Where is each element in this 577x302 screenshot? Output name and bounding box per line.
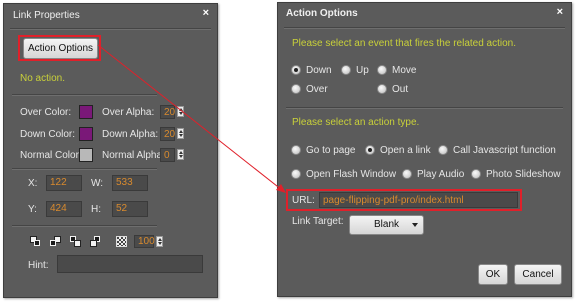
hint-label: Hint:	[28, 260, 49, 271]
status-text: No action.	[20, 73, 66, 84]
divider	[12, 168, 157, 170]
link-target-label: Link Target:	[292, 216, 344, 227]
action-options-panel: Action Options × Please select an event …	[277, 2, 572, 297]
action-play-audio-label[interactable]: Play Audio	[417, 169, 464, 180]
h-label: H:	[91, 204, 101, 215]
action-open-flash-radio[interactable]	[291, 169, 301, 179]
event-out-radio[interactable]	[377, 84, 387, 94]
divider	[12, 225, 157, 227]
down-color-swatch[interactable]	[79, 127, 93, 141]
opacity-icon	[116, 236, 127, 247]
cancel-button[interactable]: Cancel	[514, 264, 562, 285]
divider	[10, 28, 211, 30]
event-up-label[interactable]: Up	[356, 65, 369, 76]
action-open-flash-label[interactable]: Open Flash Window	[306, 169, 396, 180]
normal-color-label: Normal Color:	[20, 150, 82, 161]
link-target-select[interactable]: Blank	[349, 215, 424, 235]
event-up-radio[interactable]	[341, 65, 351, 75]
action-options-title: Action Options	[286, 8, 358, 19]
divider	[286, 107, 563, 109]
over-alpha-stepper[interactable]	[177, 106, 184, 117]
over-alpha-field[interactable]: 20	[160, 105, 175, 119]
event-over-label[interactable]: Over	[306, 84, 328, 95]
action-call-js-radio[interactable]	[438, 145, 448, 155]
down-alpha-stepper[interactable]	[177, 128, 184, 139]
down-alpha-field[interactable]: 20	[160, 127, 175, 141]
align-top-right-icon[interactable]	[50, 236, 61, 247]
divider	[284, 27, 565, 29]
w-label: W:	[91, 178, 104, 189]
url-label: URL:	[292, 195, 315, 206]
y-field[interactable]: 424	[46, 201, 82, 217]
link-properties-titlebar: Link Properties ×	[4, 4, 217, 26]
normal-color-swatch[interactable]	[79, 148, 93, 162]
event-over-radio[interactable]	[291, 84, 301, 94]
opacity-stepper[interactable]	[156, 236, 163, 247]
hint-field[interactable]	[57, 255, 203, 273]
align-top-left-icon[interactable]	[30, 236, 41, 247]
divider	[12, 94, 157, 96]
align-bottom-left-icon[interactable]	[70, 236, 81, 247]
down-color-label: Down Color:	[20, 129, 76, 140]
normal-alpha-field[interactable]: 0	[160, 148, 175, 162]
h-field[interactable]: 52	[112, 201, 148, 217]
over-color-swatch[interactable]	[79, 105, 93, 119]
normal-alpha-label: Normal Alpha:	[102, 150, 165, 161]
chevron-down-icon	[412, 223, 418, 227]
ok-button[interactable]: OK	[478, 264, 508, 285]
action-play-audio-radio[interactable]	[402, 169, 412, 179]
highlight-box	[18, 35, 101, 61]
ok-button-label: OK	[485, 269, 501, 280]
action-prompt: Please select an action type.	[292, 117, 420, 128]
link-properties-panel: Link Properties × Action Options No acti…	[3, 3, 218, 298]
event-out-label[interactable]: Out	[392, 84, 408, 95]
event-move-label[interactable]: Move	[392, 65, 416, 76]
close-icon[interactable]: ×	[203, 7, 209, 19]
x-field[interactable]: 122	[46, 175, 82, 191]
action-call-js-label[interactable]: Call Javascript function	[453, 145, 556, 156]
cancel-button-label: Cancel	[522, 269, 554, 280]
over-alpha-label: Over Alpha:	[102, 107, 155, 118]
link-properties-title: Link Properties	[13, 10, 80, 21]
action-go-to-page-label[interactable]: Go to page	[306, 145, 355, 156]
w-field[interactable]: 533	[112, 175, 148, 191]
action-go-to-page-radio[interactable]	[291, 145, 301, 155]
event-down-label[interactable]: Down	[306, 65, 332, 76]
action-options-titlebar: Action Options ×	[278, 3, 571, 25]
event-down-radio[interactable]	[291, 65, 301, 75]
event-prompt: Please select an event that fires the re…	[292, 38, 517, 49]
normal-alpha-stepper[interactable]	[177, 149, 184, 160]
y-label: Y:	[28, 204, 37, 215]
event-move-radio[interactable]	[377, 65, 387, 75]
action-photo-slideshow-label[interactable]: Photo Slideshow	[486, 169, 561, 180]
action-open-link-radio[interactable]	[365, 145, 375, 155]
action-photo-slideshow-radio[interactable]	[471, 169, 481, 179]
action-open-link-label[interactable]: Open a link	[380, 145, 431, 156]
close-icon[interactable]: ×	[557, 6, 563, 18]
down-alpha-label: Down Alpha:	[102, 129, 159, 140]
align-bottom-right-icon[interactable]	[90, 236, 101, 247]
opacity-field[interactable]: 100	[134, 235, 155, 248]
x-label: X:	[28, 178, 38, 189]
url-input[interactable]: page-flipping-pdf-pro/index.html	[319, 192, 518, 208]
over-color-label: Over Color:	[20, 107, 72, 118]
